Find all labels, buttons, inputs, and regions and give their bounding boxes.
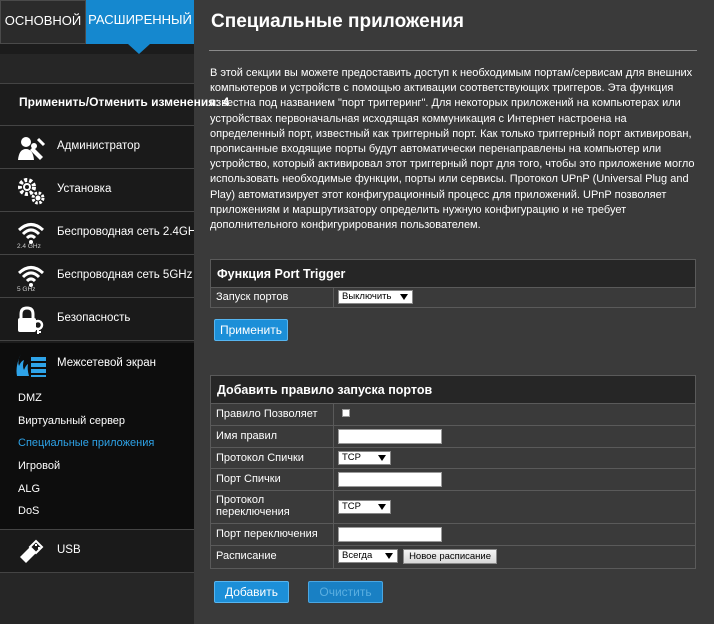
main-content: Специальные приложения В этой секции вы … <box>194 0 714 624</box>
column-divider <box>333 426 334 447</box>
chevron-down-icon <box>400 294 408 300</box>
sidebar-spacer <box>0 54 194 84</box>
band-label: 5 GHz <box>17 286 36 293</box>
page-description: В этой секции вы можете предоставить дос… <box>210 67 695 232</box>
field-label: Порт переключения <box>216 528 318 540</box>
sidebar-item-label: Администратор <box>57 140 140 152</box>
port-trigger-row: Запуск портов Выключить <box>211 288 695 307</box>
mode-tabs: ОСНОВНОЙ РАСШИРЕННЫЙ <box>0 0 194 44</box>
select-value: Всегда <box>342 550 373 561</box>
panel-heading: Функция Port Trigger <box>211 260 695 288</box>
sidebar-item-label: Межсетевой экран <box>57 357 157 369</box>
sidebar-item-label: Беспроводная сеть 5GHz <box>57 269 193 281</box>
firewall-icon <box>16 354 46 377</box>
select-value: TCP <box>342 452 361 463</box>
field-label: Протокол переключения <box>216 494 290 518</box>
firewall-submenu: DMZ Виртуальный сервер Специальные прило… <box>0 386 194 530</box>
apply-button[interactable]: Применить <box>214 319 288 341</box>
select-value: TCP <box>342 501 361 512</box>
page-title: Специальные приложения <box>211 11 464 32</box>
switch-protocol-select[interactable]: TCP <box>338 500 391 514</box>
column-divider <box>333 448 334 468</box>
sidebar-item-label: Безопасность <box>57 312 131 324</box>
sidebar-item-wireless-5[interactable]: 5 GHz Беспроводная сеть 5GHz <box>0 255 194 298</box>
sidebar-footer <box>0 573 194 624</box>
trigger-protocol-row: Протокол Спички TCP <box>211 448 695 469</box>
field-label: Правило Позволяет <box>216 408 318 420</box>
admin-tools-icon <box>18 137 46 160</box>
chevron-down-icon <box>378 504 386 510</box>
column-divider <box>333 288 334 307</box>
sidebar-item-setup[interactable]: Установка <box>0 169 194 212</box>
clear-button[interactable]: Очистить <box>308 581 383 603</box>
submenu-special-apps[interactable]: Специальные приложения <box>18 437 154 449</box>
schedule-select[interactable]: Всегда <box>338 549 398 563</box>
field-label: Запуск портов <box>216 291 289 303</box>
usb-icon <box>20 539 44 563</box>
lock-key-icon <box>18 306 44 334</box>
switch-port-row: Порт переключения <box>211 524 695 546</box>
field-label: Имя правил <box>216 430 278 442</box>
trigger-protocol-select[interactable]: TCP <box>338 451 391 465</box>
rule-enabled-checkbox[interactable] <box>342 409 350 417</box>
band-label: 2.4 GHz <box>17 243 41 250</box>
rule-enabled-row: Правило Позволяет <box>211 404 695 426</box>
trigger-port-row: Порт Спички <box>211 469 695 491</box>
chevron-down-icon <box>378 455 386 461</box>
submenu-alg[interactable]: ALG <box>18 483 40 495</box>
column-divider <box>333 524 334 545</box>
sidebar-item-label: Беспроводная сеть 2.4GHz <box>57 226 202 238</box>
column-divider <box>333 546 334 568</box>
sidebar-item-label: Установка <box>57 183 112 195</box>
tab-advanced[interactable]: РАСШИРЕННЫЙ <box>86 0 194 44</box>
panel-heading: Добавить правило запуска портов <box>211 376 695 404</box>
sidebar-item-usb[interactable]: USB <box>0 530 194 573</box>
submenu-gaming[interactable]: Игровой <box>18 460 60 472</box>
field-label: Порт Спички <box>216 473 281 485</box>
title-divider <box>209 50 697 51</box>
switch-protocol-row: Протокол переключения TCP <box>211 491 695 524</box>
sidebar-item-label: USB <box>57 544 81 556</box>
sidebar-item-wireless-24[interactable]: 2.4 GHz Беспроводная сеть 2.4GHz <box>0 212 202 255</box>
rule-name-input[interactable] <box>338 429 442 444</box>
submenu-dos[interactable]: DoS <box>18 505 39 517</box>
select-value: Выключить <box>342 291 392 302</box>
schedule-row: Расписание Всегда Новое расписание <box>211 546 695 568</box>
sidebar: ОСНОВНОЙ РАСШИРЕННЫЙ Применить/Отменить … <box>0 0 229 624</box>
tab-basic[interactable]: ОСНОВНОЙ <box>0 0 86 44</box>
trigger-port-input[interactable] <box>338 472 442 487</box>
rule-name-row: Имя правил <box>211 426 695 448</box>
field-label: Протокол Спички <box>216 452 304 464</box>
apply-cancel-changes[interactable]: Применить/Отменить изменения: 4 <box>0 84 229 126</box>
sidebar-item-admin[interactable]: Администратор <box>0 126 194 169</box>
gears-icon <box>18 178 45 205</box>
new-schedule-button[interactable]: Новое расписание <box>403 549 497 564</box>
sidebar-item-firewall[interactable]: Межсетевой экран <box>0 343 194 386</box>
port-trigger-select[interactable]: Выключить <box>338 290 413 304</box>
submenu-virtual-server[interactable]: Виртуальный сервер <box>18 415 125 427</box>
field-label: Расписание <box>216 550 277 562</box>
column-divider <box>333 469 334 490</box>
sidebar-item-security[interactable]: Безопасность <box>0 298 194 341</box>
active-tab-pointer <box>128 44 150 54</box>
switch-port-input[interactable] <box>338 527 442 542</box>
submenu-dmz[interactable]: DMZ <box>18 392 42 404</box>
column-divider <box>333 491 334 523</box>
column-divider <box>333 404 334 425</box>
chevron-down-icon <box>385 553 393 559</box>
add-button[interactable]: Добавить <box>214 581 289 603</box>
add-rule-panel: Добавить правило запуска портов Правило … <box>210 375 696 569</box>
port-trigger-panel: Функция Port Trigger Запуск портов Выклю… <box>210 259 696 308</box>
